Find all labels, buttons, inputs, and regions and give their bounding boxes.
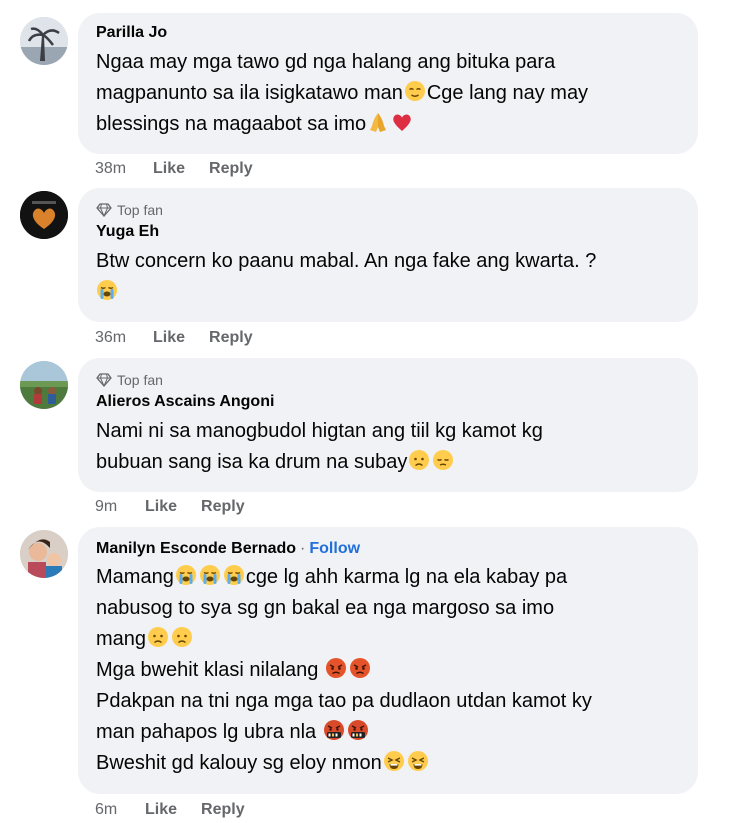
comment-time[interactable]: 38m [95,160,153,178]
top-fan-badge: Top fan [96,201,680,219]
sad-face-icon [171,626,193,648]
reply-button[interactable]: Reply [201,801,245,819]
cursing-face-icon [323,719,345,741]
comment-bubble: Manilyn Esconde Bernado · Follow Mamang cge… [78,527,698,794]
angry-face-icon [325,657,347,679]
comment-bubble: Top fan Alieros Ascains Angoni Nami ni s… [78,358,698,492]
commenter-name[interactable]: Parilla Jo [96,22,680,44]
commenter-name-row: Manilyn Esconde Bernado · Follow [96,538,680,560]
diamond-icon [96,373,112,387]
top-fan-badge: Top fan [96,371,680,389]
avatar[interactable] [20,191,68,239]
comment-bubble: Parilla Jo Ngaa may mga tawo gd nga hala… [78,13,698,154]
angry-face-icon [349,657,371,679]
like-button[interactable]: Like [145,498,177,516]
like-button[interactable]: Like [153,160,185,178]
crying-face-icon [223,564,245,586]
like-button[interactable]: Like [153,329,185,347]
praying-hands-icon [367,111,389,133]
comment-bubble: Top fan Yuga Eh Btw concern ko paanu mab… [78,188,698,322]
crying-face-icon [96,279,118,301]
cursing-face-icon [347,719,369,741]
relieved-face-icon [404,80,426,102]
pensive-face-icon [432,449,454,471]
crying-face-icon [175,564,197,586]
sad-face-icon [147,626,169,648]
red-heart-icon [391,111,413,133]
separator-dot: · [300,540,306,557]
reply-button[interactable]: Reply [201,498,245,516]
comment-text: Ngaa may mga tawo gd nga halang ang bitu… [96,51,589,135]
diamond-icon [96,203,112,217]
follow-button[interactable]: Follow [309,540,360,557]
avatar[interactable] [20,17,68,65]
comment-time[interactable]: 36m [95,329,153,347]
avatar[interactable] [20,361,68,409]
reply-button[interactable]: Reply [209,329,253,347]
comment-text: Nami ni sa manogbudol higtan ang tiil kg… [96,420,543,473]
sad-face-icon [408,449,430,471]
commenter-name[interactable]: Alieros Ascains Angoni [96,391,680,413]
commenter-name[interactable]: Manilyn Esconde Bernado [96,540,296,557]
comment-actions: 38m Like Reply [95,158,277,180]
comment-text: Btw concern ko paanu mabal. An nga fake … [96,246,680,308]
comment-time[interactable]: 6m [95,801,145,819]
comment-actions: 6m Like Reply [95,799,269,821]
reply-button[interactable]: Reply [209,160,253,178]
crying-face-icon [199,564,221,586]
comment-time[interactable]: 9m [95,498,145,516]
commenter-name[interactable]: Yuga Eh [96,221,680,243]
tired-face-icon [383,750,405,772]
comment-actions: 36m Like Reply [95,327,277,349]
comment-actions: 9m Like Reply [95,496,269,518]
avatar[interactable] [20,530,68,578]
tired-face-icon [407,750,429,772]
like-button[interactable]: Like [145,801,177,819]
comment-text: Mamang cge lg ahh karma lg na ela kabay p… [96,564,592,774]
